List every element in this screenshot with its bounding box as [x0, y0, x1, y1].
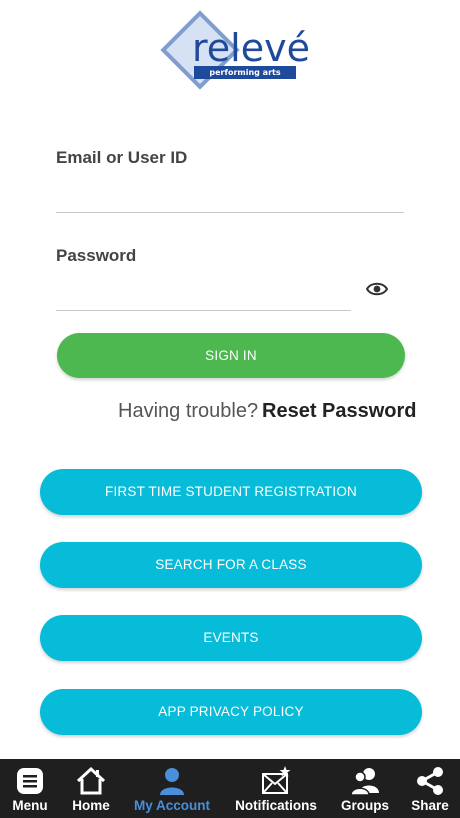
email-label: Email or User ID [56, 148, 188, 167]
share-icon [417, 767, 443, 795]
home-icon [76, 766, 106, 795]
reset-password-link[interactable]: Reset Password [262, 400, 417, 423]
sign-in-button[interactable]: SIGN IN [57, 333, 405, 378]
nav-my-account-label: My Account [133, 798, 210, 813]
first-time-registration-button[interactable]: FIRST TIME STUDENT REGISTRATION [40, 469, 422, 515]
nav-groups[interactable]: Groups [334, 759, 396, 818]
email-field[interactable] [56, 182, 404, 213]
account-icon [160, 768, 184, 795]
show-password-icon[interactable] [366, 280, 388, 298]
nav-share-label: Share [411, 798, 449, 813]
nav-notifications-label: Notifications [235, 798, 317, 813]
notifications-icon [262, 766, 291, 794]
trouble-text: Having trouble? [118, 400, 259, 422]
menu-icon [17, 768, 43, 794]
nav-my-account[interactable]: My Account [128, 759, 216, 818]
nav-home-label: Home [72, 798, 110, 813]
search-class-button[interactable]: SEARCH FOR A CLASS [40, 542, 422, 588]
bottom-nav: Menu Home My Account Notifications Group… [0, 759, 460, 818]
nav-groups-label: Groups [340, 798, 389, 813]
password-field[interactable] [56, 280, 351, 311]
events-button[interactable]: EVENTS [40, 615, 422, 661]
nav-home[interactable]: Home [62, 759, 120, 818]
brand-logo: relevé performing arts center [160, 10, 310, 90]
groups-icon [350, 768, 379, 796]
nav-share[interactable]: Share [402, 759, 458, 818]
password-label: Password [56, 246, 137, 265]
logo-wordmark: relevé [192, 26, 310, 70]
nav-menu[interactable]: Menu [0, 759, 60, 818]
logo-tagline: performing arts center [194, 66, 296, 90]
nav-menu-label: Menu [12, 798, 48, 813]
privacy-policy-button[interactable]: APP PRIVACY POLICY [40, 689, 422, 735]
nav-notifications[interactable]: Notifications [230, 759, 322, 818]
